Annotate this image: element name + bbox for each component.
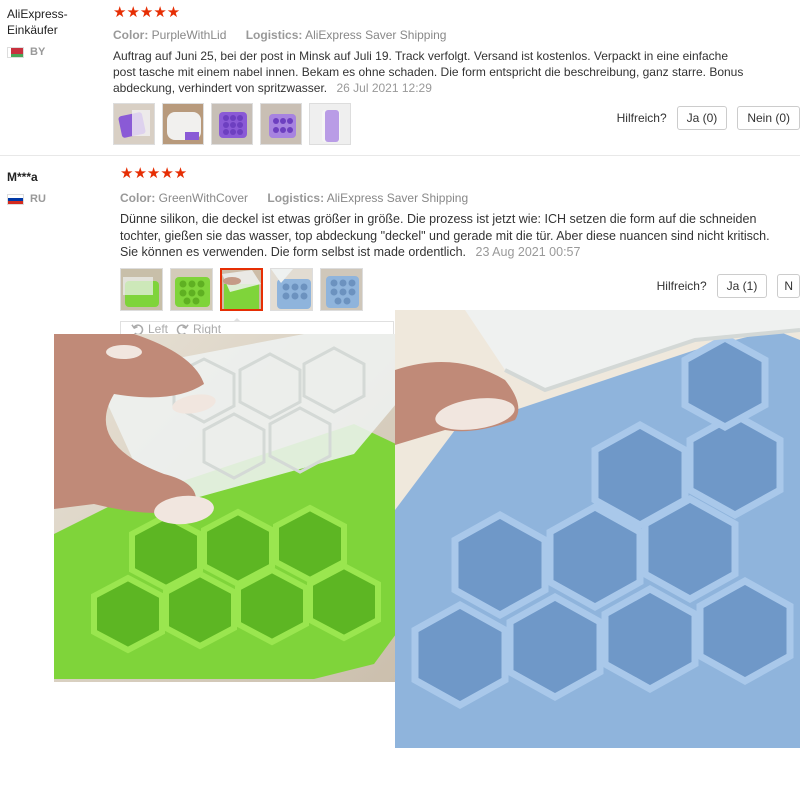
helpful-section: Hilfreich? Ja (0) Nein (0) [617,106,800,130]
review-date: 23 Aug 2021 00:57 [475,245,581,259]
review-thumbnail-selected[interactable] [220,267,263,311]
color-label: Color: [113,28,149,42]
country-code: RU [30,193,46,205]
reviewer-info: M***a RU [7,169,107,207]
gallery-nav: Left Right [120,321,394,336]
logistics-label: Logistics: [245,28,303,42]
review-thumbnail[interactable] [260,103,302,145]
logistics-value: AliExpress Saver Shipping [305,28,447,42]
review-thumbnail[interactable] [120,267,163,311]
star-rating: ★★★★★ [113,4,181,21]
review-meta: Color: PurpleWithLid Logistics: AliExpre… [113,27,800,43]
review-meta: Color: GreenWithCover Logistics: AliExpr… [120,190,800,206]
logistics-label: Logistics: [267,191,325,205]
review-photo-green-tray [54,334,396,682]
helpful-no-button[interactable]: N [777,274,800,298]
color-value: GreenWithCover [158,191,249,205]
flag-ru-icon [7,193,24,205]
review-thumbnail[interactable] [162,103,204,145]
country-code: BY [30,46,46,58]
review-thumbnail[interactable] [211,103,253,145]
review-thumbnail[interactable] [170,267,213,311]
review-photo-blue-tray [395,310,800,748]
review-date: 26 Jul 2021 12:29 [336,81,432,95]
flag-by-icon [7,46,24,58]
reviewer-name: AliExpress-Einkäufer [7,7,68,37]
color-value: PurpleWithLid [151,28,227,42]
review-text: Dünne silikon, die deckel ist etwas größ… [120,211,780,261]
star-rating: ★★★★★ [120,165,188,182]
reviewer-country: RU [7,191,107,207]
color-label: Color: [120,191,156,205]
logistics-value: AliExpress Saver Shipping [326,191,469,205]
review-thumbnail[interactable] [270,267,313,311]
review-text: Auftrag auf Juni 25, bei der post in Min… [113,48,753,96]
review-item: M***a RU ★★★★★ Color: GreenWithCover Log… [0,157,800,327]
helpful-no-button[interactable]: Nein (0) [737,106,800,130]
review-thumbnail[interactable] [320,267,363,311]
review-content: Dünne silikon, die deckel ist etwas größ… [120,212,770,259]
review-thumbnail[interactable] [113,103,155,145]
helpful-yes-button[interactable]: Ja (0) [676,106,728,130]
helpful-label: Hilfreich? [616,111,667,125]
review-item: AliExpress-Einkäufer BY ★★★★★ Color: Pur… [0,0,800,156]
helpful-yes-button[interactable]: Ja (1) [716,274,768,298]
review-thumbnail[interactable] [309,103,351,145]
reviewer-name: M***a [7,170,38,184]
helpful-label: Hilfreich? [656,279,707,293]
reviewer-info: AliExpress-Einkäufer BY [7,6,107,60]
helpful-section: Hilfreich? Ja (1) N [657,274,800,298]
reviewer-country: BY [7,44,107,60]
